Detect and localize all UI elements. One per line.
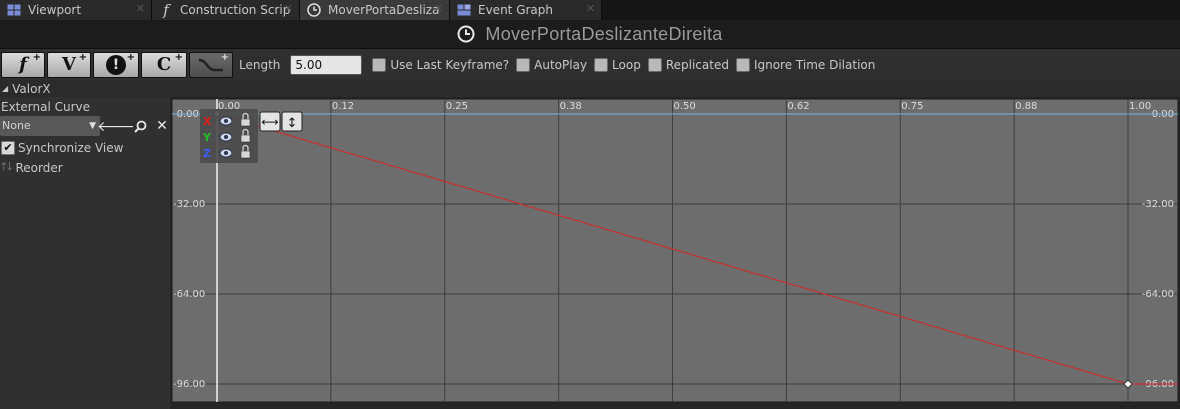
option-label: Ignore Time Dilation (753, 57, 876, 72)
track-settings-panel: External Curve None ▼ 🡐 ✕ ✔ Synchronize … (0, 97, 170, 409)
lock-icon[interactable] (240, 118, 251, 127)
add-curve-asset-button[interactable]: + (189, 51, 233, 78)
search-icon[interactable] (132, 117, 148, 135)
add-color-track-button[interactable]: C + (141, 51, 187, 78)
channel-label-x[interactable]: X (203, 115, 212, 128)
x-tick-label: 0.12 (332, 101, 354, 112)
page-title: MoverPortaDeslizanteDireita (485, 23, 723, 44)
x-tick-label: 0.38 (560, 101, 582, 112)
timeline-icon (306, 2, 322, 18)
y-tick-label-left: -64.00 (173, 289, 205, 300)
x-tick-label: 0.75 (901, 101, 923, 112)
tab-label: Construction Scrip (180, 3, 291, 17)
synchronize-view-checkbox[interactable]: ✔ (1, 141, 15, 155)
editor-tab-bar: Viewport ✕ f Construction Scrip ✕ MoverP… (0, 0, 1180, 20)
lock-icon[interactable] (240, 134, 251, 143)
reorder-control[interactable]: 🡑 🡓 Reorder (1, 158, 63, 177)
curve-graph[interactable]: 0.00 0.12 0.25 0.38 0.50 0.62 0.75 0.88 1.00-0.0… (170, 97, 1180, 409)
option-label: Use Last Keyframe? (390, 57, 510, 72)
x-tick-label: 0.50 (674, 101, 696, 112)
tab-viewport[interactable]: Viewport ✕ (0, 0, 152, 20)
eye-pupil (224, 151, 228, 155)
track-header[interactable]: ◢ ValorX (0, 80, 1180, 97)
event-graph-icon (456, 2, 472, 18)
viewport-icon (6, 2, 22, 18)
loop-checkbox[interactable] (594, 57, 609, 72)
add-vector-track-icon: V (62, 54, 76, 75)
ignore-time-dilation-option[interactable]: Ignore Time Dilation (735, 57, 876, 72)
x-tick-label: 0.88 (1015, 101, 1037, 112)
tab-event-graph[interactable]: Event Graph ✕ (450, 0, 602, 20)
option-label: AutoPlay (534, 57, 588, 72)
function-icon: f (163, 1, 169, 19)
tab-label: Viewport (28, 3, 82, 17)
tab-timeline[interactable]: MoverPortaDesliza ✕ (300, 0, 450, 20)
external-curve-value: None (2, 119, 31, 132)
add-event-track-button[interactable]: ! + (93, 51, 139, 78)
synchronize-view-option[interactable]: ✔ Synchronize View (1, 141, 123, 155)
replicated-option[interactable]: Replicated (647, 57, 729, 72)
length-label: Length (239, 57, 281, 72)
curve-editor[interactable]: 0.00 0.12 0.25 0.38 0.50 0.62 0.75 0.88 1.00 -0.0… (170, 97, 1180, 409)
external-curve-label: External Curve (1, 100, 91, 114)
eye-pupil (224, 119, 228, 123)
tab-label: MoverPortaDesliza (328, 3, 440, 17)
close-icon[interactable]: ✕ (284, 2, 293, 15)
autoplay-option[interactable]: AutoPlay (516, 57, 588, 72)
tab-label: Event Graph (478, 3, 553, 17)
eye-pupil (224, 135, 228, 139)
add-event-track-icon: ! (106, 54, 126, 75)
clear-icon[interactable]: ✕ (154, 117, 170, 135)
track-name: ValorX (12, 81, 51, 96)
loop-option[interactable]: Loop (594, 57, 641, 72)
y-tick-label-right: -64.00 (1142, 289, 1174, 300)
channel-label-y[interactable]: Y (202, 131, 212, 144)
autoplay-checkbox[interactable] (516, 57, 531, 72)
option-label: Replicated (665, 57, 729, 72)
use-selected-asset-icon[interactable]: 🡐 (97, 117, 135, 135)
close-icon[interactable]: ✕ (136, 2, 145, 15)
channel-label-z[interactable]: Z (203, 147, 211, 160)
x-tick-label: 0.62 (787, 101, 809, 112)
add-float-track-icon: f (19, 54, 27, 75)
y-tick-label-left: -96.00 (173, 379, 205, 390)
ignore-time-dilation-checkbox[interactable] (735, 57, 750, 72)
close-icon[interactable]: ✕ (586, 2, 595, 15)
x-tick-label: 0.25 (446, 101, 468, 112)
fit-vertical-icon: ↕ (287, 116, 298, 131)
timeline-title-bar: MoverPortaDeslizanteDireita (0, 20, 1180, 49)
arrow-down-icon[interactable]: 🡓 (7, 158, 13, 177)
use-last-keyframe-option[interactable]: Use Last Keyframe? (372, 57, 510, 72)
y-tick-label-right: -32.00 (1142, 199, 1174, 210)
synchronize-view-label: Synchronize View (18, 141, 124, 155)
use-last-keyframe-checkbox[interactable] (372, 57, 387, 72)
tab-construction-script[interactable]: f Construction Scrip ✕ (152, 0, 300, 20)
external-curve-dropdown[interactable]: None ▼ (0, 116, 100, 136)
y-tick-label-left: -32.00 (173, 199, 205, 210)
timeline-icon (457, 25, 475, 43)
option-label: Loop (612, 57, 641, 72)
collapse-triangle-icon[interactable]: ◢ (2, 84, 8, 93)
fit-horizontal-icon: ⟷ (261, 115, 278, 129)
timeline-toolbar: f+ V+ !+ C+ + Length Use Last Keyframe? … (0, 49, 1180, 80)
graph-background (171, 98, 1179, 403)
lock-icon[interactable] (240, 150, 251, 159)
reorder-label: Reorder (15, 160, 63, 175)
close-icon[interactable]: ✕ (434, 2, 443, 15)
add-color-track-icon: C (156, 54, 172, 75)
add-vector-track-button[interactable]: V + (47, 51, 91, 78)
replicated-checkbox[interactable] (647, 57, 662, 72)
add-float-track-button[interactable]: f + (1, 51, 45, 78)
chevron-down-icon: ▼ (89, 121, 96, 131)
length-input[interactable] (290, 54, 363, 75)
